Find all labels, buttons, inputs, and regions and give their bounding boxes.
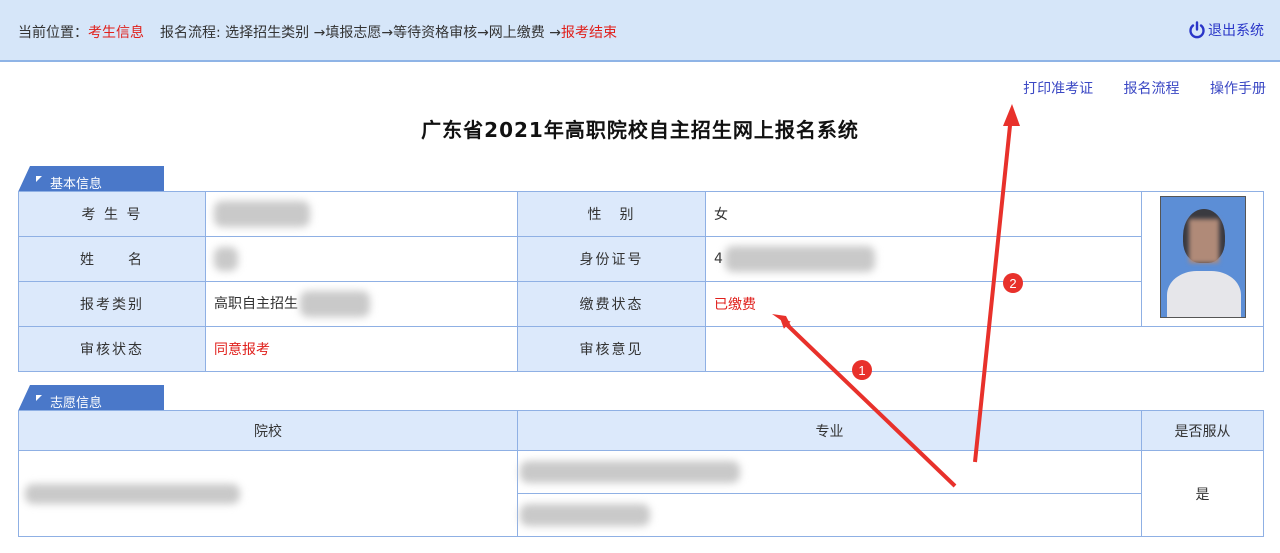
review-status-label: 审核状态 bbox=[18, 326, 206, 372]
table-row: 是 bbox=[18, 450, 1264, 537]
category-text: 高职自主招生 bbox=[214, 296, 298, 312]
major-cell bbox=[517, 493, 1142, 537]
page-title: 广东省2021年高职院校自主招生网上报名系统 bbox=[421, 118, 859, 142]
breadcrumb: 当前位置：考生信息 报名流程: 选择招生类别 →填报志愿→等待资格审核→网上缴费 … bbox=[18, 22, 617, 42]
basic-info-table: 考 生 号 性 别 女 姓 名 身份证号 4 报考类别 高职自主招生 缴费状态 … bbox=[18, 191, 1264, 372]
candidate-photo bbox=[1159, 196, 1246, 318]
logout-label: 退出系统 bbox=[1208, 23, 1264, 39]
basic-info-tab: 基本信息 bbox=[18, 166, 164, 192]
photo-cell bbox=[1141, 191, 1264, 327]
wish-info-table: 院校 专业 是否服从 是 bbox=[18, 410, 1264, 537]
process-end: 报考结束 bbox=[561, 25, 617, 41]
table-row: 审核状态 同意报考 审核意见 bbox=[18, 326, 1264, 372]
registration-process-link[interactable]: 报名流程 bbox=[1124, 81, 1180, 97]
review-opinion-label: 审核意见 bbox=[517, 326, 706, 372]
major-cell bbox=[517, 450, 1142, 494]
obey-cell: 是 bbox=[1141, 450, 1264, 537]
school-column-header: 院校 bbox=[18, 410, 518, 451]
major-column-header: 专业 bbox=[517, 410, 1142, 451]
basic-info-tab-label: 基本信息 bbox=[50, 177, 103, 192]
logout-button[interactable]: 退出系统 bbox=[1188, 20, 1264, 40]
id-prefix: 4 bbox=[714, 251, 723, 267]
table-row: 报考类别 高职自主招生 缴费状态 已缴费 bbox=[18, 281, 1264, 327]
top-links: 打印准考证 报名流程 操作手册 bbox=[997, 78, 1266, 98]
exam-no-value bbox=[205, 191, 518, 237]
category-value: 高职自主招生 bbox=[205, 281, 518, 327]
wish-info-tab-label: 志愿信息 bbox=[50, 396, 103, 411]
table-row: 考 生 号 性 别 女 bbox=[18, 191, 1264, 327]
review-status-value: 同意报考 bbox=[205, 326, 518, 372]
payment-status-label: 缴费状态 bbox=[517, 281, 706, 327]
id-number-label: 身份证号 bbox=[517, 236, 706, 282]
table-row: 姓 名 身份证号 4 bbox=[18, 236, 1264, 282]
process-steps: 报名流程: 选择招生类别 →填报志愿→等待资格审核→网上缴费 → bbox=[160, 25, 561, 41]
category-label: 报考类别 bbox=[18, 281, 206, 327]
review-opinion-value bbox=[705, 326, 1264, 372]
exam-no-label: 考 生 号 bbox=[18, 191, 206, 237]
wish-info-tab: 志愿信息 bbox=[18, 385, 164, 411]
location-value[interactable]: 考生信息 bbox=[88, 25, 144, 41]
table-header-row: 院校 专业 是否服从 bbox=[18, 410, 1264, 451]
location-label: 当前位置： bbox=[18, 25, 88, 41]
tab-corner-icon bbox=[36, 176, 42, 182]
gender-value: 女 bbox=[705, 191, 1142, 237]
power-icon bbox=[1189, 21, 1205, 39]
user-manual-link[interactable]: 操作手册 bbox=[1210, 81, 1266, 97]
obey-column-header: 是否服从 bbox=[1141, 410, 1264, 451]
school-cell bbox=[18, 450, 518, 537]
id-number-value: 4 bbox=[705, 236, 1142, 282]
name-label: 姓 名 bbox=[18, 236, 206, 282]
payment-status-value: 已缴费 bbox=[705, 281, 1142, 327]
print-admission-ticket-link[interactable]: 打印准考证 bbox=[1023, 81, 1093, 97]
gender-label: 性 别 bbox=[517, 191, 706, 237]
top-bar: 当前位置：考生信息 报名流程: 选择招生类别 →填报志愿→等待资格审核→网上缴费 … bbox=[0, 0, 1280, 62]
name-value bbox=[205, 236, 518, 282]
tab-corner-icon bbox=[36, 395, 42, 401]
